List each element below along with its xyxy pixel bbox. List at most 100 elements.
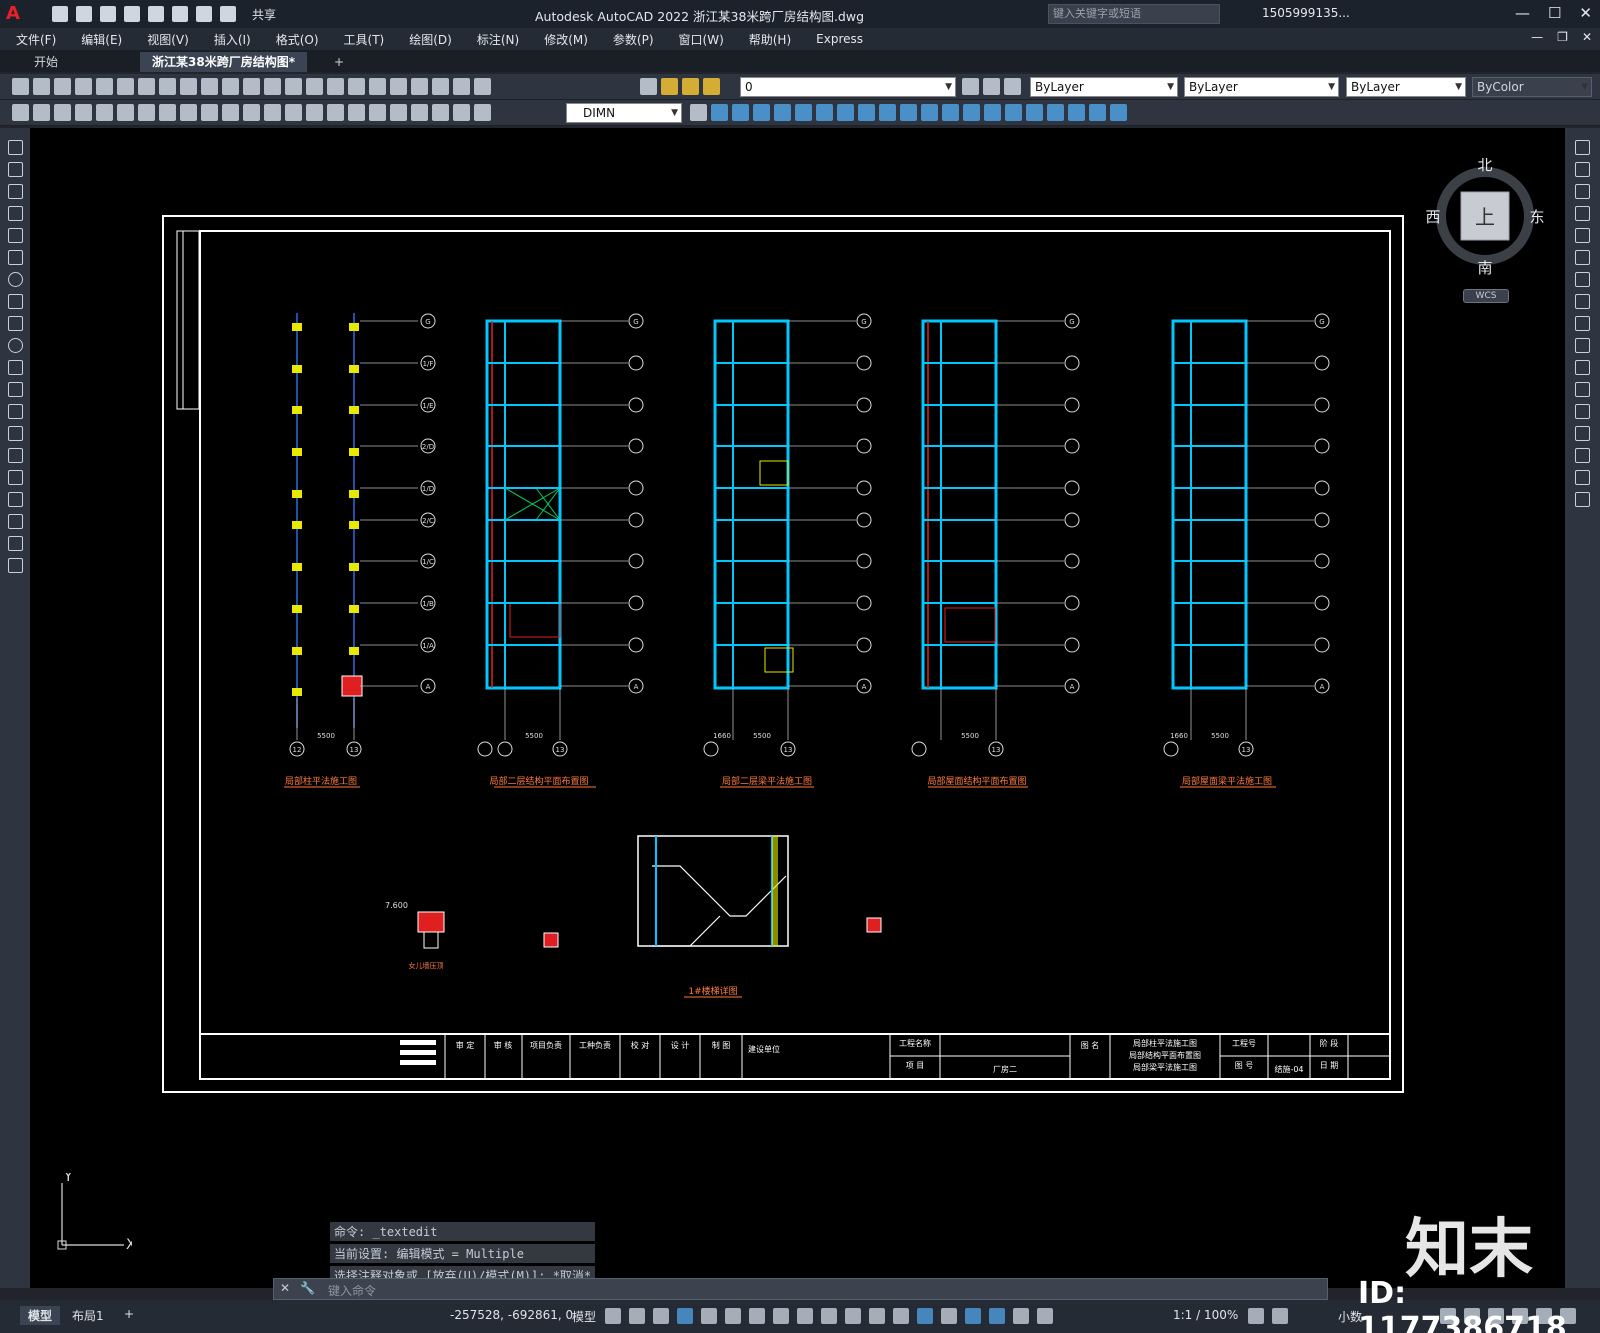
solid-g-icon[interactable]: [837, 104, 854, 121]
user-account[interactable]: 1505999135...: [1262, 6, 1350, 20]
annotation-monitor-icon[interactable]: [1272, 1308, 1288, 1324]
solid-d-icon[interactable]: [774, 104, 791, 121]
construction-line-icon[interactable]: [8, 162, 23, 177]
extend-icon[interactable]: [1575, 360, 1590, 375]
line-icon[interactable]: [8, 140, 23, 155]
viewcube[interactable]: 上 北 南 东 西: [1425, 158, 1545, 278]
rectangle-icon[interactable]: [8, 228, 23, 243]
annotation-scale[interactable]: 1:1 / 100%: [1173, 1308, 1238, 1322]
tool-b-icon[interactable]: [33, 104, 50, 121]
menu-file[interactable]: 文件(F): [16, 31, 56, 48]
dynamic-ucs-icon[interactable]: [917, 1308, 933, 1324]
solid-t-icon[interactable]: [1110, 104, 1127, 121]
auto-scale-icon[interactable]: [1013, 1308, 1029, 1324]
viewcube-face[interactable]: 上: [1475, 205, 1495, 229]
wcs-menu[interactable]: WCS: [1463, 289, 1509, 303]
explode-icon[interactable]: [1575, 492, 1590, 507]
workspace-gear-icon[interactable]: [1248, 1308, 1264, 1324]
solid-k-icon[interactable]: [921, 104, 938, 121]
copy-icon[interactable]: [159, 78, 176, 95]
plotstyle-dropdown[interactable]: ByColor ▼: [1472, 77, 1592, 97]
command-line[interactable]: ✕ 🔧 键入命令: [273, 1278, 1328, 1300]
infer-icon[interactable]: [653, 1308, 669, 1324]
share-button[interactable]: 共享: [252, 6, 276, 23]
zoom-realtime-icon[interactable]: [285, 78, 302, 95]
cut-icon[interactable]: [138, 78, 155, 95]
gizmo-icon[interactable]: [965, 1308, 981, 1324]
center-mark-icon[interactable]: [369, 104, 386, 121]
isodraft-icon[interactable]: [749, 1308, 765, 1324]
break-icon[interactable]: [1575, 382, 1590, 397]
tab-model[interactable]: 模型: [20, 1306, 61, 1325]
solid-i-icon[interactable]: [879, 104, 896, 121]
lineweight-dropdown[interactable]: ByLayer ▼: [1346, 77, 1466, 97]
tab-start[interactable]: 开始: [22, 52, 70, 72]
solid-a-icon[interactable]: [711, 104, 728, 121]
tool-a-icon[interactable]: [12, 104, 29, 121]
mirror-icon[interactable]: [1575, 184, 1590, 199]
polar-icon[interactable]: [725, 1308, 741, 1324]
object-snap-icon[interactable]: [797, 1308, 813, 1324]
autocad-logo-icon[interactable]: A: [6, 3, 32, 25]
baseline-icon[interactable]: [264, 104, 281, 121]
annotation-scale-icon[interactable]: [1037, 1308, 1053, 1324]
layer-properties-icon[interactable]: [640, 78, 657, 95]
doc-minimize-icon[interactable]: —: [1531, 30, 1543, 44]
dynamic-input-icon[interactable]: [677, 1308, 693, 1324]
revision-cloud-icon[interactable]: [8, 294, 23, 309]
inspection-icon[interactable]: [390, 104, 407, 121]
jogged-linear-icon[interactable]: [411, 104, 428, 121]
menu-window[interactable]: 窗口(W): [679, 31, 724, 48]
solid-r-icon[interactable]: [1068, 104, 1085, 121]
make-current-icon[interactable]: [962, 78, 979, 95]
selection-cycling-icon[interactable]: [869, 1308, 885, 1324]
undo-icon[interactable]: [222, 78, 239, 95]
join-icon[interactable]: [1575, 404, 1590, 419]
design-center-icon[interactable]: [369, 78, 386, 95]
dim-break-icon[interactable]: [327, 104, 344, 121]
close-icon[interactable]: ✕: [1579, 4, 1592, 22]
radius-icon[interactable]: [159, 104, 176, 121]
tab-current-drawing[interactable]: 浙江某38米跨厂房结构图*: [140, 52, 307, 72]
solid-j-icon[interactable]: [900, 104, 917, 121]
undo-icon[interactable]: [196, 6, 212, 22]
solid-h-icon[interactable]: [858, 104, 875, 121]
continue-icon[interactable]: [285, 104, 302, 121]
menu-express[interactable]: Express: [816, 32, 863, 46]
copy-object-icon[interactable]: [1575, 162, 1590, 177]
dim-text-edit-icon[interactable]: [453, 104, 470, 121]
save-icon[interactable]: [54, 78, 71, 95]
dim-space-icon[interactable]: [306, 104, 323, 121]
pan-icon[interactable]: [264, 78, 281, 95]
ellipse-icon[interactable]: [8, 338, 23, 353]
model-space-button[interactable]: 模型: [572, 1308, 596, 1325]
menu-edit[interactable]: 编辑(E): [81, 31, 122, 48]
match-properties-icon[interactable]: [201, 78, 218, 95]
minimize-icon[interactable]: —: [1515, 4, 1530, 22]
print-icon[interactable]: [172, 6, 188, 22]
close-command-icon[interactable]: ✕: [280, 1281, 290, 1295]
linetype-dropdown[interactable]: ByLayer ▼: [1184, 77, 1339, 97]
solid-b-icon[interactable]: [732, 104, 749, 121]
angular-icon[interactable]: [222, 104, 239, 121]
array-icon[interactable]: [1575, 228, 1590, 243]
tolerance-icon[interactable]: [348, 104, 365, 121]
publish-icon[interactable]: [117, 78, 134, 95]
tool-palettes-icon[interactable]: [390, 78, 407, 95]
grid-icon[interactable]: [605, 1308, 621, 1324]
aligned-dim-icon[interactable]: [96, 104, 113, 121]
menu-draw[interactable]: 绘图(D): [409, 31, 452, 48]
menu-parametric[interactable]: 参数(P): [613, 31, 654, 48]
offset-icon[interactable]: [1575, 206, 1590, 221]
solid-c-icon[interactable]: [753, 104, 770, 121]
insert-block-icon[interactable]: [8, 382, 23, 397]
coordinates[interactable]: -257528, -692861, 0: [450, 1308, 573, 1322]
hatch-icon[interactable]: [8, 448, 23, 463]
layer-lock-icon[interactable]: [703, 78, 720, 95]
selection-filter-icon[interactable]: [941, 1308, 957, 1324]
point-icon[interactable]: [8, 426, 23, 441]
solid-e-icon[interactable]: [795, 104, 812, 121]
properties-icon[interactable]: [348, 78, 365, 95]
redo-icon[interactable]: [220, 6, 236, 22]
quickcalc-icon[interactable]: [453, 78, 470, 95]
